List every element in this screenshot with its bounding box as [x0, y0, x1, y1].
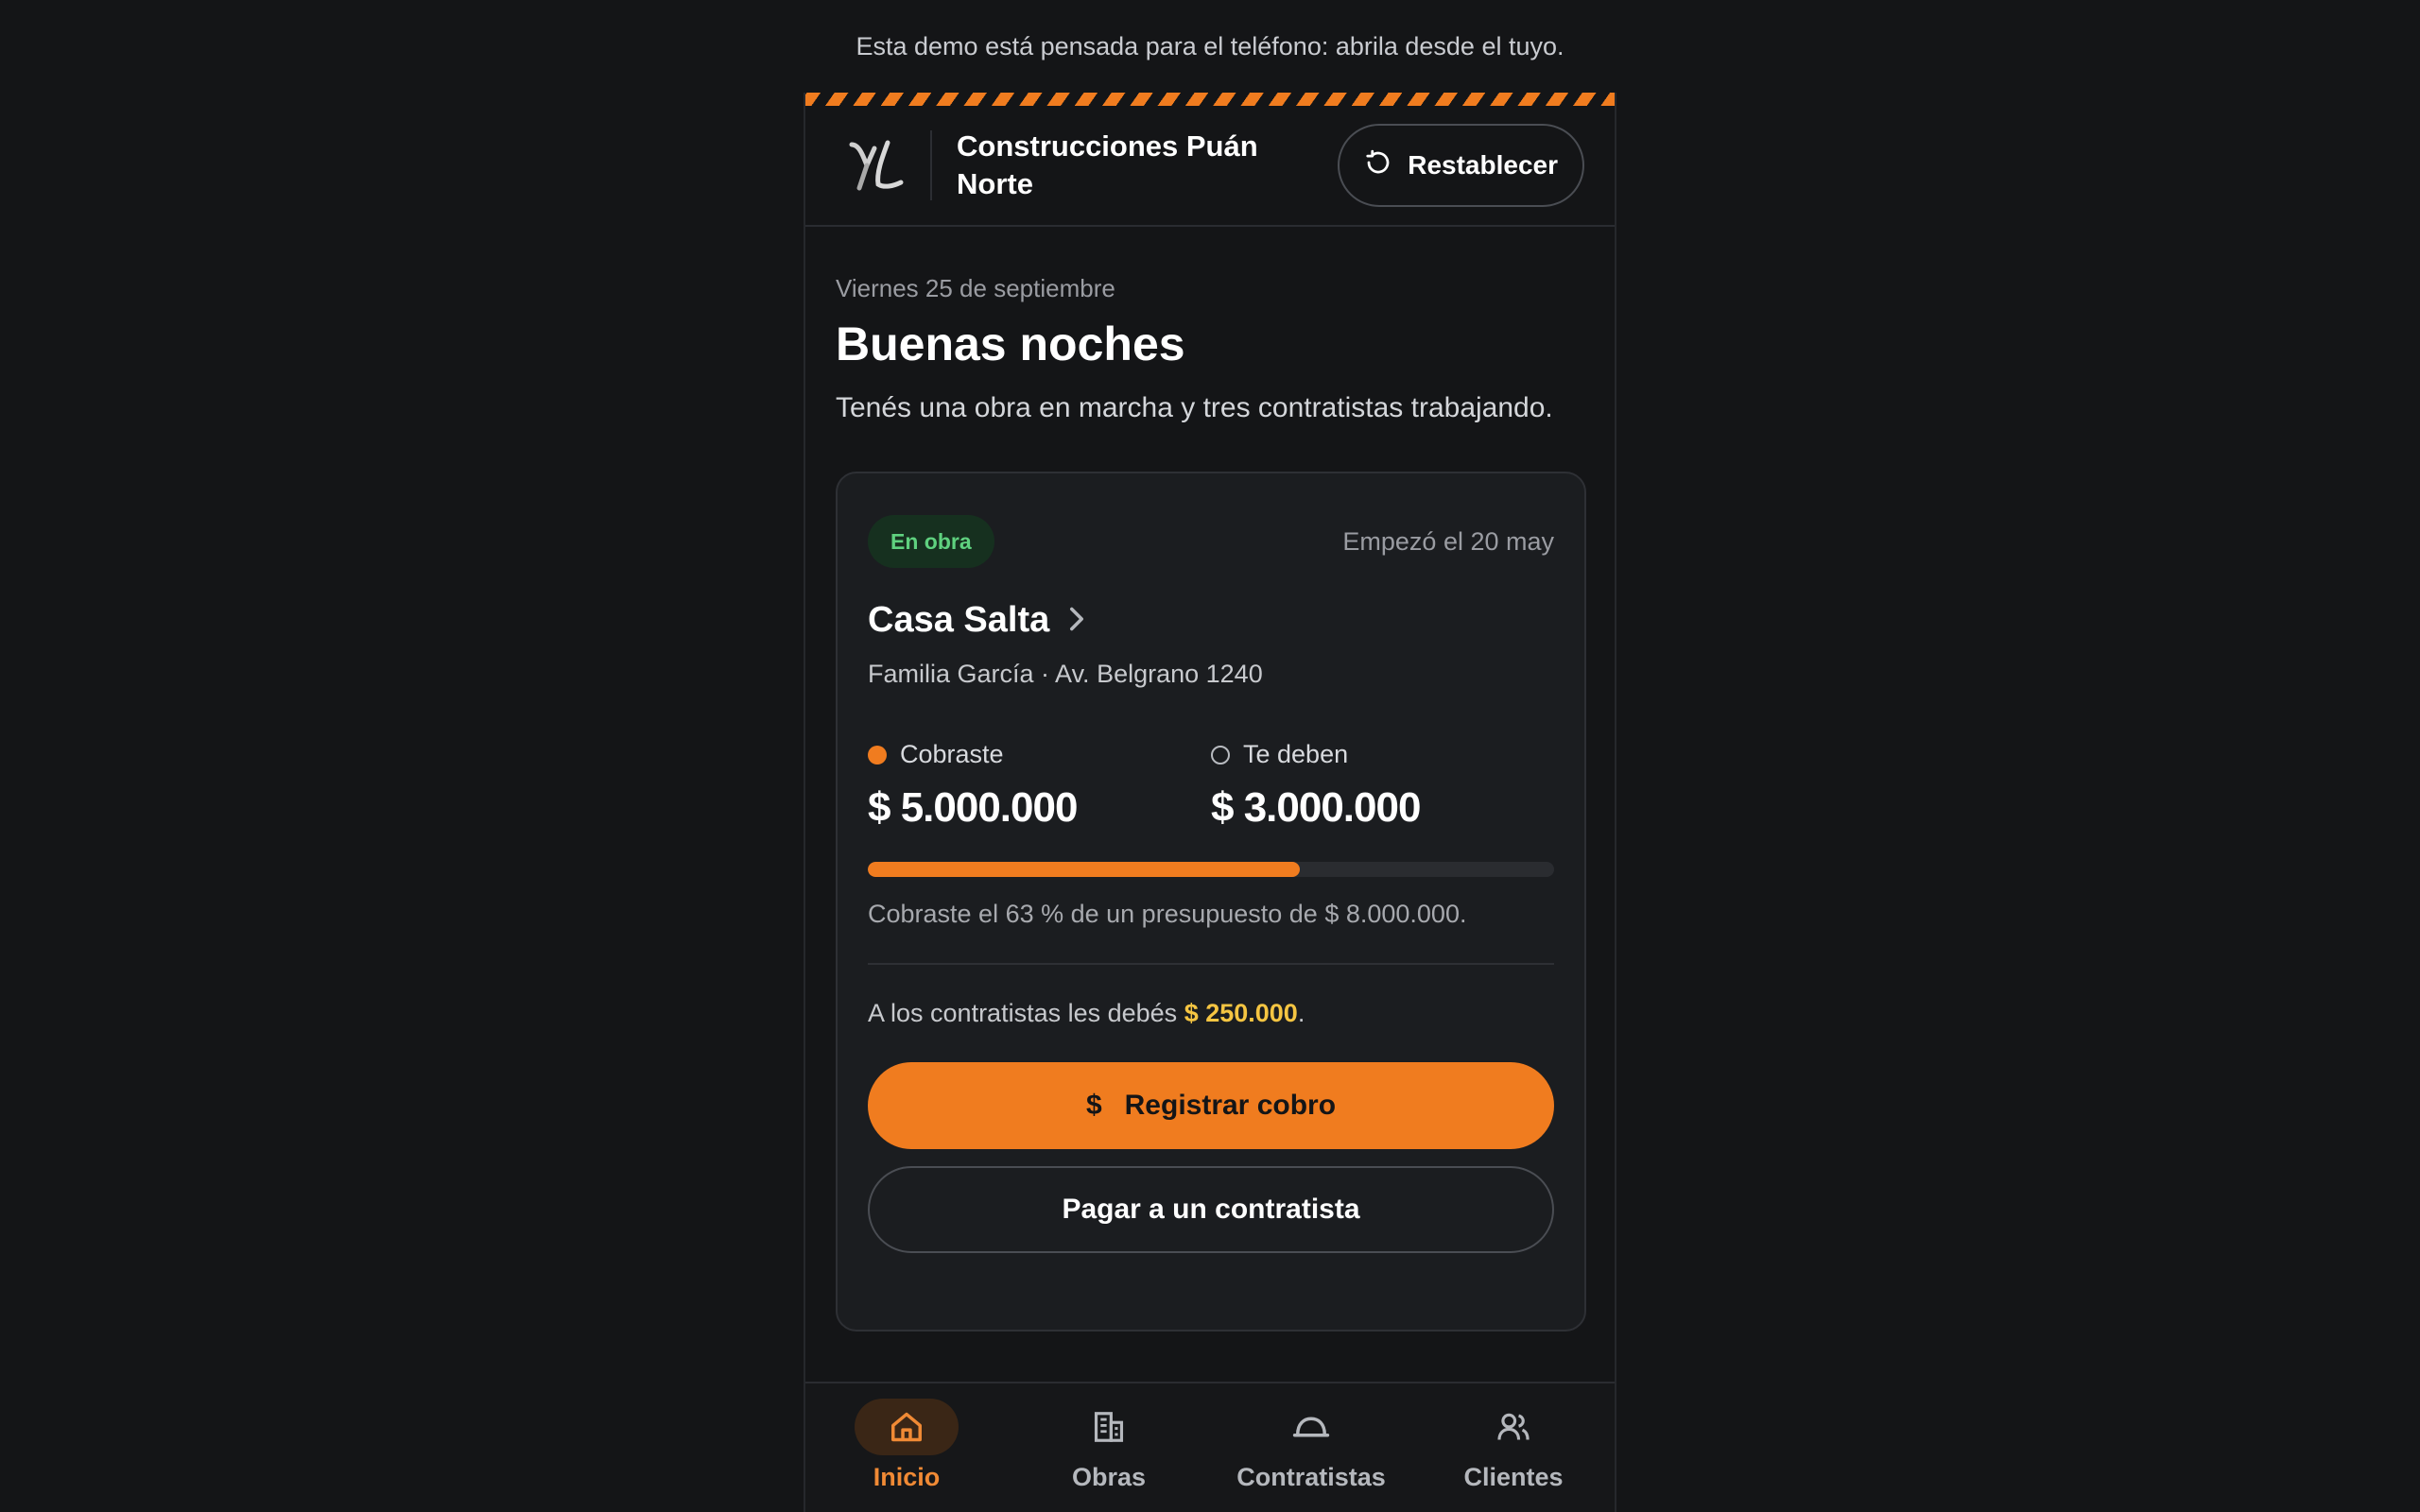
- project-meta: Familia García · Av. Belgrano 1240: [868, 660, 1263, 688]
- summary-text: Tenés una obra en marcha y tres contrati…: [836, 392, 1553, 423]
- logo-icon: [843, 132, 909, 198]
- project-name: Casa Salta: [868, 600, 1050, 640]
- app-header: Construcciones Puán Norte Restablecer: [805, 106, 1615, 227]
- amounts-row: Cobraste $ 5.000.000 Te deben $ 3.000.00…: [868, 740, 1554, 832]
- owed-value: $ 3.000.000: [1211, 784, 1421, 831]
- register-payment-button[interactable]: $ Registrar cobro: [868, 1062, 1554, 1149]
- card-divider: [868, 963, 1554, 965]
- reset-button[interactable]: Restablecer: [1338, 124, 1584, 207]
- logo-divider: [930, 130, 932, 200]
- home-icon: [855, 1399, 959, 1455]
- home-content: Viernes 25 de septiembre Buenas noches T…: [805, 227, 1615, 1332]
- pay-contractor-button[interactable]: Pagar a un contratista: [868, 1166, 1554, 1253]
- owed-dot-icon: [1211, 745, 1230, 765]
- pay-contractor-label: Pagar a un contratista: [1062, 1194, 1360, 1225]
- nav-item-clientes[interactable]: Clientes: [1412, 1383, 1615, 1512]
- collected-value: $ 5.000.000: [868, 784, 1078, 831]
- contractor-debt-line: A los contratistas les debés $ 250.000.: [868, 999, 1554, 1028]
- phone-frame: Construcciones Puán Norte Restablecer Vi…: [804, 93, 1616, 1512]
- status-badge: En obra: [868, 515, 994, 568]
- hardhat-icon: [1259, 1399, 1363, 1455]
- collected-block: Cobraste $ 5.000.000: [868, 740, 1211, 832]
- project-card: En obra Empezó el 20 may Casa Salta Fami…: [836, 472, 1586, 1332]
- bottom-nav: Inicio Obras Contratistas Clientes: [805, 1382, 1615, 1512]
- desktop-banner: Esta demo está pensada para el teléfono:…: [856, 32, 1564, 60]
- building-icon: [1057, 1399, 1161, 1455]
- nav-label-obras: Obras: [1071, 1463, 1147, 1491]
- debt-amount: $ 250.000: [1184, 999, 1298, 1027]
- collection-progress-fill: [868, 862, 1301, 877]
- owed-label: Te deben: [1243, 740, 1349, 768]
- nav-item-obras[interactable]: Obras: [1008, 1383, 1210, 1512]
- nav-label-contratistas: Contratistas: [1236, 1463, 1386, 1491]
- owed-block: Te deben $ 3.000.000: [1211, 740, 1554, 832]
- users-icon: [1461, 1399, 1565, 1455]
- hazard-stripe: [805, 93, 1615, 106]
- debt-suffix: .: [1297, 999, 1305, 1027]
- collection-progress-bar: [868, 862, 1554, 877]
- nav-label-clientes: Clientes: [1463, 1463, 1564, 1491]
- collected-label: Cobraste: [900, 740, 1004, 768]
- debt-prefix: A los contratistas les debés: [868, 999, 1184, 1027]
- nav-label-inicio: Inicio: [873, 1463, 941, 1491]
- register-payment-label: Registrar cobro: [1124, 1090, 1337, 1121]
- progress-text: Cobraste el 63 % de un presupuesto de $ …: [868, 900, 1467, 928]
- nav-item-contratistas[interactable]: Contratistas: [1210, 1383, 1412, 1512]
- refresh-icon: [1364, 148, 1392, 183]
- current-date: Viernes 25 de septiembre: [836, 274, 1115, 302]
- company-name: Construcciones Puán Norte: [957, 129, 1258, 200]
- nav-item-inicio[interactable]: Inicio: [805, 1383, 1008, 1512]
- start-date: Empezó el 20 may: [1342, 526, 1554, 556]
- project-title-link[interactable]: Casa Salta: [868, 600, 1554, 641]
- reset-label: Restablecer: [1408, 150, 1558, 180]
- collected-dot-icon: [868, 745, 887, 765]
- dollar-icon: $: [1085, 1090, 1102, 1121]
- greeting-title: Buenas noches: [836, 318, 1185, 370]
- chevron-right-icon: [1066, 606, 1087, 636]
